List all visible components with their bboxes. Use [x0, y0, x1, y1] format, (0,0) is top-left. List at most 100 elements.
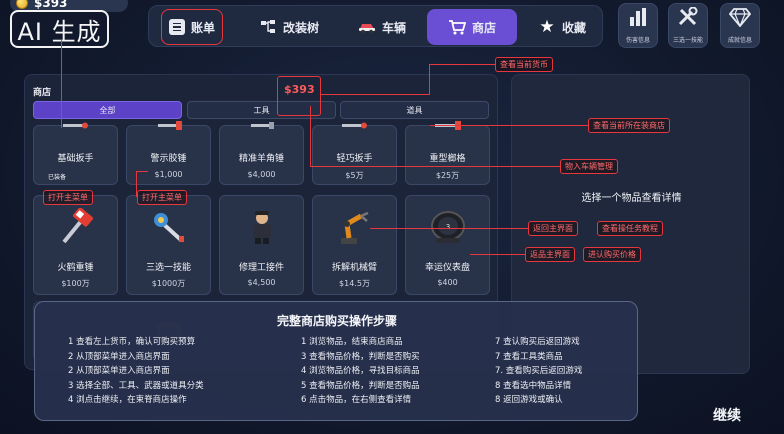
tab-shop[interactable]: 商店 [427, 9, 517, 45]
price-annotation: $393 [284, 83, 315, 96]
instruction-step: 1 浏览物品，结束商店商品 [301, 337, 403, 347]
star-icon: ★ [539, 17, 555, 37]
instruction-step: 7. 查看购买后返回游戏 [495, 366, 583, 376]
skill-choice-label: 三选一技能 [672, 37, 703, 44]
hammer-icon [56, 208, 96, 246]
item-name: 火鹤重锤 [57, 263, 94, 273]
annotation-view-shop: 查看当前所在装商店 [588, 118, 670, 133]
tab-vehicles[interactable]: 车辆 [347, 9, 417, 45]
item-price: $4,000 [247, 170, 276, 179]
tab-mod-tree[interactable]: 改装树 [249, 9, 329, 45]
shop-item-card[interactable]: 轻巧扳手 $5万 [312, 122, 397, 185]
instruction-step: 2 从顶部菜单进入商店界面 [68, 351, 170, 362]
annotation-line [136, 171, 148, 172]
filter-tab-props[interactable]: 道具 [340, 101, 489, 119]
tab-favorites[interactable]: ★ 收藏 [527, 9, 597, 45]
instruction-step: 2 从顶部菜单进入商店界面 [68, 366, 170, 376]
instruction-step: 5 查看物品价格，判断是否购品 [301, 380, 420, 391]
achievement-label: 成就信息 [727, 37, 752, 44]
wrench-icon [335, 118, 375, 134]
instruction-step: 1 查看左上货币，确认可购买预算 [68, 337, 196, 347]
damage-info-label: 伤害信息 [625, 37, 650, 44]
item-price: $1000万 [151, 279, 186, 288]
shop-item-card[interactable]: 精准羊角锤 $4,000 [219, 122, 304, 185]
item-price: $5万 [345, 171, 364, 180]
achievement-button[interactable]: 成就信息 [720, 3, 760, 48]
item-name: 警示胶锤 [150, 154, 187, 164]
annotation-line [310, 166, 560, 167]
equipped-badge: 已装备 [47, 173, 66, 181]
price-highlight-box [277, 76, 321, 116]
tab-label: 收藏 [561, 20, 586, 35]
wrench-icon [56, 118, 96, 134]
detail-hint: 选择一个物品查看详情 [581, 193, 682, 204]
bar-chart-icon [627, 7, 649, 31]
item-name: 基础扳手 [57, 154, 94, 164]
item-price: $400 [437, 278, 458, 287]
instruction-step: 3 查看物品价格，判断是否购买 [301, 351, 420, 362]
annotation-line [61, 40, 62, 128]
damage-info-button[interactable]: 伤害信息 [618, 3, 658, 48]
instruction-title: 完整商店购买操作步骤 [276, 314, 397, 328]
item-price: $100万 [61, 279, 90, 288]
tab-label: 商店 [471, 20, 496, 35]
mace-icon [149, 208, 189, 246]
continue-button[interactable]: 继续 [713, 405, 741, 425]
shop-item-card[interactable]: 重型榔格 $25万 [405, 121, 490, 185]
annotation-enter-purchase: 进认购买价格 [583, 247, 641, 262]
item-price: $25万 [435, 171, 460, 180]
tools-icon [677, 6, 699, 31]
instruction-column-2: 1 浏览物品，结束商店商品 3 查看物品价格，判断是否购买 4 浏览物品价格，寻… [301, 335, 420, 408]
item-name: 精准羊角锤 [238, 154, 284, 164]
item-name: 幸运仪表盘 [424, 263, 470, 273]
car-icon [358, 18, 376, 36]
tree-icon [259, 18, 277, 36]
cart-icon [448, 18, 466, 36]
annotation-line [370, 228, 528, 229]
instruction-step: 7 查看工具类商品 [495, 351, 563, 362]
item-name: 轻巧扳手 [336, 154, 373, 164]
coin-icon [16, 0, 28, 9]
tab-label: 改装树 [282, 20, 319, 35]
annotation-open-menu-1: 打开主菜单 [43, 190, 93, 205]
tab-bill[interactable]: 账单 [161, 9, 223, 45]
annotation-line [321, 94, 429, 95]
shop-item-card[interactable]: 警示胶锤 $1,000 [126, 121, 211, 185]
item-name: 三选一技能 [145, 263, 191, 273]
instruction-step: 8 返回游戏或确认 [495, 395, 563, 405]
annotation-back-main: 返回主界面 [528, 221, 578, 236]
ai-generated-watermark: AI 生成 [10, 10, 109, 48]
tab-label: 车辆 [381, 20, 406, 35]
filter-tab-all[interactable]: 全部 [33, 101, 182, 119]
skill-choice-button[interactable]: 三选一技能 [668, 3, 708, 48]
tab-label: 账单 [190, 20, 215, 35]
claw-hammer-icon [242, 118, 282, 134]
diamond-icon [728, 7, 752, 31]
shop-item-card[interactable]: 三选一技能 $1000万 [126, 195, 211, 295]
svg-text:3: 3 [446, 223, 450, 231]
instruction-step: 3 选择全部、工具、武器或道具分类 [68, 380, 204, 391]
annotation-line [430, 125, 588, 126]
instruction-step: 8 查看选中物品详情 [495, 380, 572, 391]
instruction-column-1: 1 查看左上货币，确认可购买预算 2 从顶部菜单进入商店界面 2 从顶部菜单进入… [68, 335, 204, 408]
shop-item-card[interactable]: 火鹤重锤 $100万 [33, 195, 118, 295]
instruction-column-3: 7 查认购买后返回游戏 7 查看工具类商品 7. 查看购买后返回游戏 8 查看选… [495, 335, 582, 408]
annotation-open-menu-2: 打开主菜单 [137, 190, 187, 205]
hammer-icon [149, 118, 189, 134]
instruction-panel: 完整商店购买操作步骤 1 查看左上货币，确认可购买预算 2 从顶部菜单进入商店界… [34, 301, 638, 421]
annotation-view-tasks: 查看操任务教程 [597, 221, 663, 236]
item-name: 重型榔格 [429, 154, 466, 164]
robot-arm-icon [335, 208, 375, 246]
top-nav: 账单 改装树 车辆 商店 ★ 收藏 [148, 5, 603, 47]
item-name: 拆解机械臂 [331, 263, 377, 273]
item-price: $4,500 [247, 278, 276, 287]
annotation-view-currency: 查看当前货币 [495, 57, 553, 72]
instruction-step: 7 查认购买后返回游戏 [495, 337, 580, 347]
shop-title: 商店 [33, 88, 52, 98]
shop-item-card[interactable]: 3 幸运仪表盘 $400 [405, 195, 490, 295]
currency-amount: $393 [34, 0, 68, 10]
mechanic-icon [242, 208, 282, 246]
shop-item-card[interactable]: 拆解机械臂 $14.5万 [312, 195, 397, 295]
pickaxe-icon [428, 118, 468, 134]
shop-item-card[interactable]: 修理工接件 $4,500 [219, 195, 304, 295]
